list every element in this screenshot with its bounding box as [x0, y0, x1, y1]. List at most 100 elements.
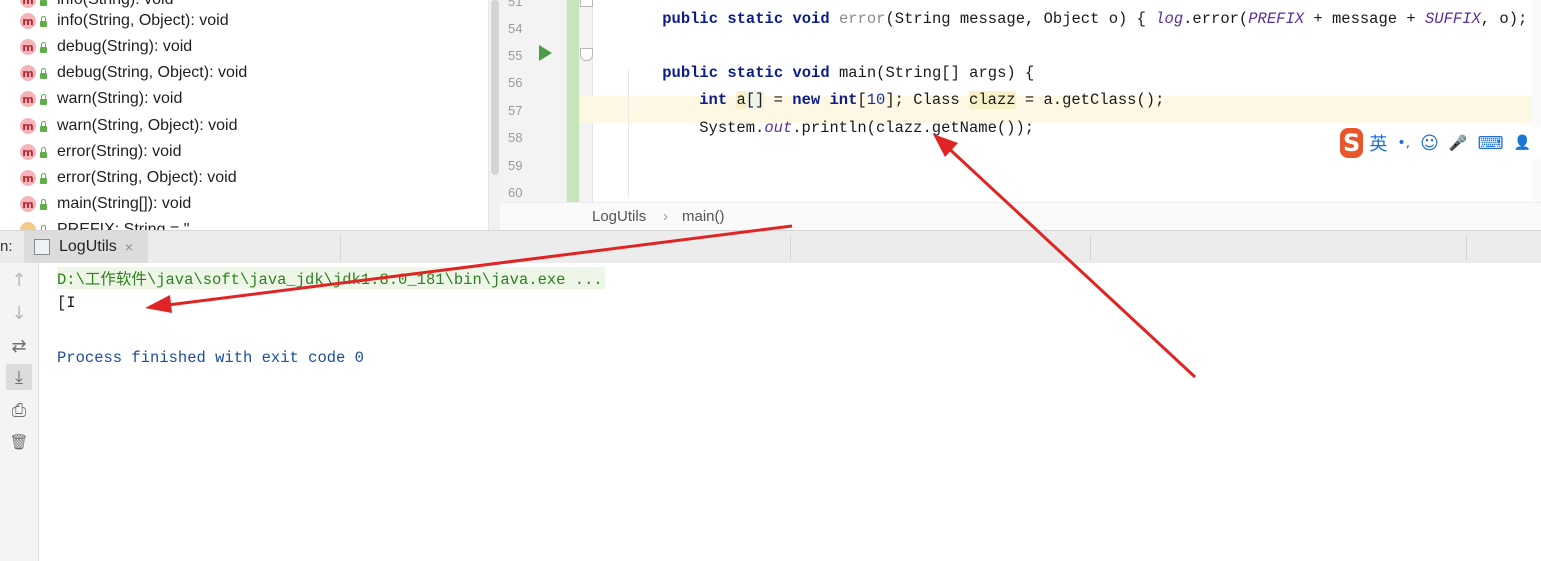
- method-icon: m: [20, 91, 36, 107]
- public-lock-icon: [40, 121, 47, 132]
- code-token: (String message, Object o) {: [885, 10, 1156, 28]
- public-lock-icon: [40, 16, 47, 27]
- run-label: n:: [0, 238, 13, 255]
- scrollbar-thumb[interactable]: [491, 0, 499, 175]
- structure-item-label: main(String[]): void: [57, 195, 192, 212]
- structure-item-label: info(String): void: [57, 0, 174, 9]
- code-token: out: [764, 119, 793, 137]
- line-number: 57: [508, 103, 523, 118]
- line-number: 60: [508, 185, 523, 200]
- console-exit-line: Process finished with exit code 0: [57, 349, 364, 367]
- input-method-toolbar: S 英 •, ☺ 🎤 ⌨ 👤: [1340, 127, 1541, 159]
- public-lock-icon: [40, 199, 47, 210]
- line-number: 58: [508, 130, 523, 145]
- fold-icon[interactable]: [580, 48, 593, 61]
- line-number: 55: [508, 48, 523, 63]
- ime-punctuation-toggle[interactable]: •,: [1397, 135, 1410, 151]
- arrow-down-icon[interactable]: ↓: [6, 300, 32, 326]
- structure-item[interactable]: m info(String, Object): void: [20, 10, 229, 32]
- divider: [1466, 235, 1467, 261]
- keyboard-icon[interactable]: ⌨: [1478, 133, 1504, 154]
- line-number: 51: [508, 0, 523, 9]
- field-icon: [20, 222, 36, 230]
- method-icon: m: [20, 39, 36, 55]
- structure-item-label: warn(String, Object): void: [57, 117, 238, 134]
- method-icon: m: [20, 118, 36, 134]
- scroll-to-end-icon[interactable]: ⤓: [6, 364, 32, 390]
- method-icon: m: [20, 170, 36, 186]
- public-lock-icon: [40, 68, 47, 79]
- code-token: .error(: [1183, 10, 1249, 28]
- application-icon: [34, 239, 50, 255]
- console-command-line: D:\工作软件\java\soft\java_jdk\jdk1.8.0_181\…: [57, 267, 605, 289]
- public-lock-icon: [40, 42, 47, 53]
- ime-language-toggle[interactable]: 英: [1369, 130, 1387, 156]
- structure-item[interactable]: m error(String): void: [20, 141, 181, 163]
- structure-panel: m info(String): void m info(String, Obje…: [0, 0, 488, 230]
- public-lock-icon: [40, 147, 47, 158]
- structure-item[interactable]: m error(String, Object): void: [20, 167, 237, 189]
- code-token: + message +: [1304, 10, 1425, 28]
- sogou-logo-icon[interactable]: S: [1340, 128, 1364, 158]
- public-lock-icon: [40, 173, 47, 184]
- structure-item-label: error(String): void: [57, 143, 182, 160]
- code-token: error: [838, 10, 886, 28]
- structure-item[interactable]: m main(String[]): void: [20, 193, 191, 215]
- structure-item-label: error(String, Object): void: [57, 169, 237, 186]
- breadcrumb-class[interactable]: LogUtils: [592, 208, 646, 225]
- print-icon[interactable]: ⎙: [6, 397, 32, 423]
- breadcrumb-method[interactable]: main(): [682, 208, 725, 225]
- structure-item-label: debug(String): void: [57, 38, 193, 55]
- soft-wrap-icon[interactable]: ⇄: [6, 333, 32, 359]
- run-window-header: n: LogUtils ×: [0, 230, 1541, 264]
- structure-item-partial[interactable]: PREFIX: String = ": [20, 219, 189, 230]
- trash-icon[interactable]: 🗑: [6, 429, 32, 455]
- run-gutter-icon[interactable]: [539, 45, 552, 61]
- close-icon[interactable]: ×: [125, 239, 133, 255]
- vcs-change-marker[interactable]: [567, 0, 579, 202]
- console-output-line: [I: [57, 294, 76, 312]
- code-token: SUFFIX: [1424, 10, 1481, 28]
- divider: [340, 235, 341, 261]
- line-number: 54: [508, 21, 523, 36]
- code-editor[interactable]: 51 54 55 56 57 58 59 60 public static vo…: [500, 0, 1541, 230]
- structure-item-label: debug(String, Object): void: [57, 64, 248, 81]
- code-token: System.: [699, 119, 765, 137]
- arrow-up-icon[interactable]: ↑: [6, 267, 32, 293]
- breadcrumb-separator: ›: [663, 208, 668, 225]
- method-icon: m: [20, 144, 36, 160]
- microphone-icon[interactable]: 🎤: [1449, 134, 1468, 152]
- run-toolbar: ↑ ↓ ⇄ ⤓ ⎙ 🗑: [0, 263, 39, 561]
- code-line-51[interactable]: public static void error(String message,…: [625, 0, 1541, 46]
- structure-item-label: PREFIX: String = ": [57, 221, 190, 230]
- divider: [790, 235, 791, 261]
- line-gutter: 51 54 55 56 57 58 59 60: [500, 0, 566, 202]
- code-token: PREFIX: [1248, 10, 1305, 28]
- method-icon: m: [20, 65, 36, 81]
- tab-label: LogUtils: [59, 238, 117, 255]
- fold-icon[interactable]: [580, 0, 593, 7]
- line-number: 59: [508, 158, 523, 173]
- emoji-icon[interactable]: ☺: [1420, 133, 1439, 154]
- method-icon: m: [20, 13, 36, 29]
- divider: [1090, 235, 1091, 261]
- structure-item[interactable]: m debug(String): void: [20, 36, 192, 58]
- editor-scrollbar[interactable]: [1532, 0, 1541, 202]
- code-token: public static void: [662, 10, 839, 28]
- user-icon[interactable]: 👤: [1514, 135, 1531, 151]
- structure-item[interactable]: m warn(String): void: [20, 88, 182, 110]
- structure-item-label: warn(String): void: [57, 90, 183, 107]
- tab-logutils[interactable]: LogUtils ×: [24, 231, 148, 263]
- code-token: .println(clazz.getName());: [792, 119, 1035, 137]
- code-token: = a.getClass();: [1015, 91, 1165, 109]
- structure-item[interactable]: m debug(String, Object): void: [20, 62, 247, 84]
- code-token: log: [1155, 10, 1184, 28]
- method-icon: m: [20, 196, 36, 212]
- code-line-57[interactable]: System.out.println(clazz.getName());: [662, 101, 1034, 155]
- console-output[interactable]: D:\工作软件\java\soft\java_jdk\jdk1.8.0_181\…: [39, 263, 1541, 561]
- line-number: 56: [508, 75, 523, 90]
- method-icon: m: [20, 0, 36, 8]
- structure-item[interactable]: m warn(String, Object): void: [20, 115, 238, 137]
- breadcrumb: LogUtils › main(): [500, 202, 1541, 230]
- structure-item-label: info(String, Object): void: [57, 12, 229, 29]
